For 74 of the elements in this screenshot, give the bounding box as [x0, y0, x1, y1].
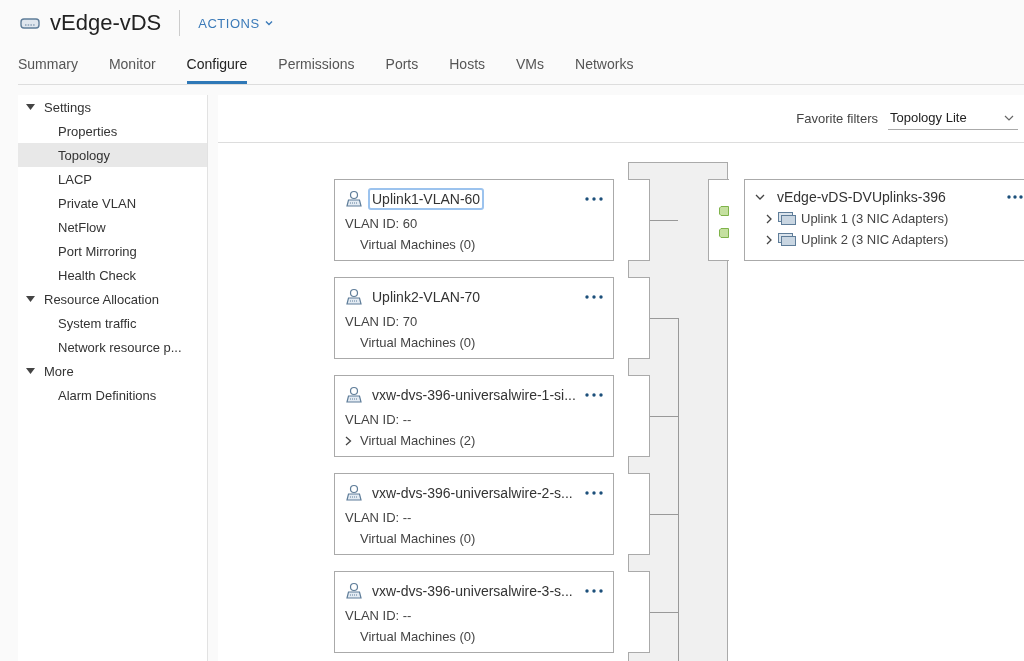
sidebar-section[interactable]: Resource Allocation — [18, 287, 207, 311]
port-group-card[interactable]: Uplink2-VLAN-70 VLAN ID: 70 Virtual Machines (0) — [334, 277, 614, 359]
port-group-icon — [345, 288, 363, 306]
adapter-icon — [778, 233, 796, 246]
nav-tab[interactable]: Networks — [575, 46, 634, 84]
port-icon — [719, 206, 729, 216]
nav-tab[interactable]: VMs — [516, 46, 545, 84]
virtual-machines-text: Virtual Machines (2) — [360, 433, 476, 448]
nav-tab[interactable]: Permissions — [278, 46, 355, 84]
virtual-machines-text: Virtual Machines (0) — [360, 237, 476, 252]
nav-tab[interactable]: Summary — [18, 46, 78, 84]
uplink-group-name: vEdge-vDS-DVUplinks-396 — [777, 189, 946, 205]
port-group-icon — [345, 484, 363, 502]
nav-tab[interactable]: Configure — [186, 46, 248, 84]
port-group-icon — [345, 190, 363, 208]
sidebar-item[interactable]: NetFlow — [18, 215, 207, 239]
virtual-machines-text: Virtual Machines (0) — [360, 335, 476, 350]
nav-tab[interactable]: Hosts — [449, 46, 486, 84]
sidebar-item[interactable]: System traffic — [18, 311, 207, 335]
nav-tab[interactable]: Ports — [385, 46, 419, 84]
uplink-group-card[interactable]: vEdge-vDS-DVUplinks-396 Uplink 1 (3 NIC Adapters) Uplink 2 (3 NIC Adapters) — [744, 179, 1024, 261]
more-icon[interactable] — [585, 197, 603, 201]
port-group-card[interactable]: vxw-dvs-396-universalwire-3-s... VLAN ID: -- Virtual Machines (0) — [334, 571, 614, 653]
sidebar-item[interactable]: Properties — [18, 119, 207, 143]
port-group-name[interactable]: Uplink2-VLAN-70 — [368, 286, 485, 308]
more-icon[interactable] — [585, 491, 603, 495]
chevron-icon[interactable] — [765, 213, 773, 224]
uplink-label: Uplink 1 (3 NIC Adapters) — [801, 211, 949, 226]
sidebar-item[interactable]: Network resource p... — [18, 335, 207, 359]
sidebar-item[interactable]: LACP — [18, 167, 207, 191]
caret-icon — [26, 296, 35, 302]
filter-label: Favorite filters — [796, 111, 878, 126]
sidebar-section[interactable]: Settings — [18, 95, 207, 119]
sidebar-item[interactable]: Health Check — [18, 263, 207, 287]
sidebar-item[interactable]: Topology — [18, 143, 207, 167]
port-group-name[interactable]: vxw-dvs-396-universalwire-1-si... — [368, 384, 580, 406]
more-icon[interactable] — [585, 589, 603, 593]
vlan-id-text: VLAN ID: 70 — [345, 314, 419, 329]
chevron-icon[interactable] — [755, 192, 765, 202]
virtual-machines-text: Virtual Machines (0) — [360, 531, 476, 546]
vlan-id-text: VLAN ID: -- — [345, 412, 413, 427]
port-icon — [719, 228, 729, 238]
port-group-icon — [345, 582, 363, 600]
switch-icon — [20, 16, 40, 30]
sidebar-item[interactable]: Alarm Definitions — [18, 383, 207, 407]
virtual-machines-text: Virtual Machines (0) — [360, 629, 476, 644]
port-group-card[interactable]: vxw-dvs-396-universalwire-1-si... VLAN ID: -- Virtual Machines (2) — [334, 375, 614, 457]
vlan-id-text: VLAN ID: -- — [345, 608, 413, 623]
more-icon[interactable] — [585, 393, 603, 397]
adapter-icon — [778, 212, 796, 225]
chevron-icon[interactable] — [765, 234, 773, 245]
expand-icon[interactable] — [345, 435, 352, 446]
actions-menu[interactable]: ACTIONS — [198, 15, 273, 31]
sidebar-section[interactable]: More — [18, 359, 207, 383]
port-group-name[interactable]: vxw-dvs-396-universalwire-2-s... — [368, 482, 577, 504]
nav-tab[interactable]: Monitor — [108, 46, 156, 84]
port-group-card[interactable]: vxw-dvs-396-universalwire-2-s... VLAN ID: -- Virtual Machines (0) — [334, 473, 614, 555]
more-icon[interactable] — [585, 295, 603, 299]
port-group-icon — [345, 386, 363, 404]
caret-icon — [26, 368, 35, 374]
caret-icon — [264, 20, 273, 26]
sidebar-item[interactable]: Port Mirroring — [18, 239, 207, 263]
uplink-label: Uplink 2 (3 NIC Adapters) — [801, 232, 949, 247]
chevron-icon — [1004, 114, 1014, 121]
vlan-id-text: VLAN ID: 60 — [345, 216, 419, 231]
object-title: vEdge-vDS — [50, 10, 162, 36]
sidebar-item[interactable]: Private VLAN — [18, 191, 207, 215]
more-icon[interactable] — [1007, 195, 1023, 199]
port-group-card[interactable]: Uplink1-VLAN-60 VLAN ID: 60 Virtual Machines (0) — [334, 179, 614, 261]
port-group-name[interactable]: vxw-dvs-396-universalwire-3-s... — [368, 580, 577, 602]
port-group-name[interactable]: Uplink1-VLAN-60 — [368, 188, 485, 210]
caret-icon — [26, 104, 35, 110]
filter-dropdown[interactable]: Topology Lite — [888, 107, 1018, 130]
vlan-id-text: VLAN ID: -- — [345, 510, 413, 525]
